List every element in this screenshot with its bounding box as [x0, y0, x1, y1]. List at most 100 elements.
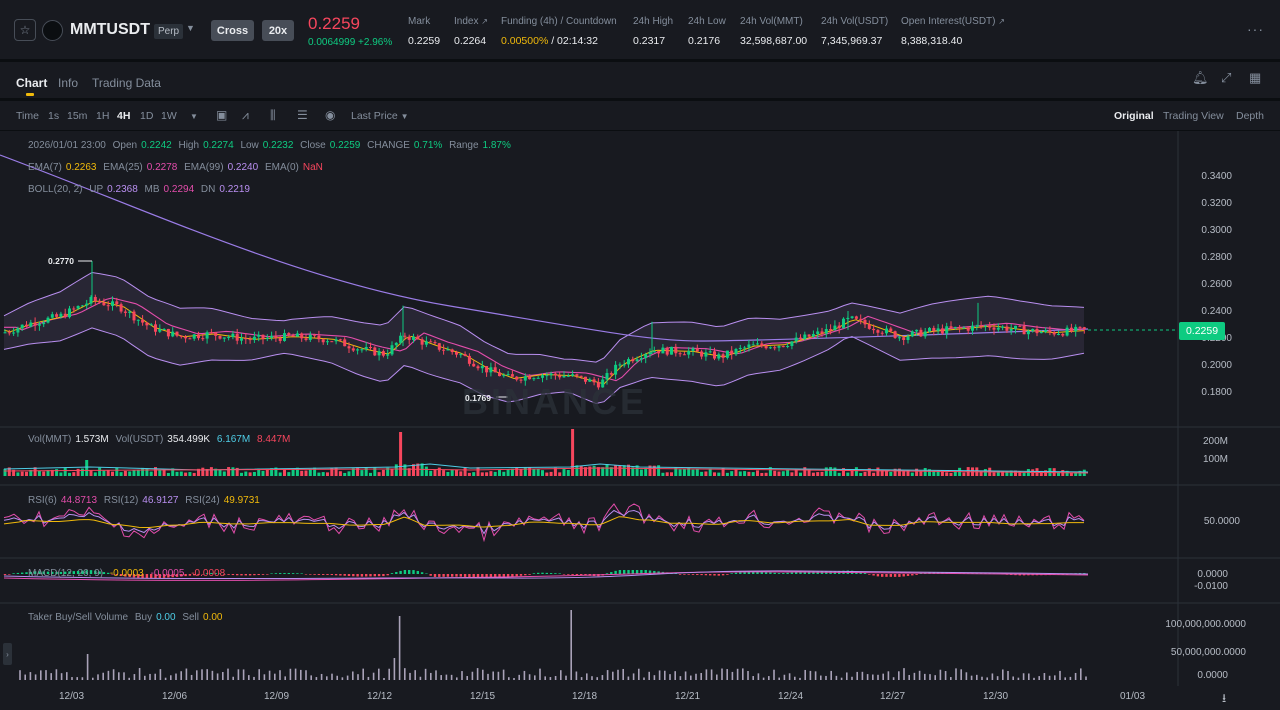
interval-1d[interactable]: 1D — [140, 110, 153, 122]
fullscreen-icon[interactable]: ⤢ — [1221, 70, 1231, 86]
interval-dropdown-icon[interactable]: ▼ — [190, 112, 198, 121]
candle-body — [106, 305, 110, 307]
taker-volume-bar — [66, 672, 68, 680]
candle-body — [304, 338, 308, 340]
candle-body — [734, 349, 738, 355]
candle-body — [227, 336, 231, 338]
macd-dif-value: -0.0003 — [109, 568, 144, 579]
macd-histogram-bar — [416, 570, 419, 574]
volume-bar — [291, 469, 295, 476]
candle-body — [885, 328, 888, 334]
candle-body — [1082, 327, 1086, 329]
drawing-tools-icon[interactable]: ◉ — [325, 108, 335, 122]
volume-bar — [356, 467, 360, 476]
interval-time[interactable]: Time — [16, 110, 39, 122]
volume-bar — [166, 472, 170, 476]
symbol-dropdown-icon[interactable]: ▼ — [186, 23, 195, 33]
volume-bar — [158, 470, 162, 476]
candle-type-icon[interactable]: ⫼ — [270, 108, 276, 123]
taker-volume-bar — [450, 674, 453, 680]
alert-bell-icon[interactable]: 🔔︎ — [1192, 70, 1209, 86]
candle-body — [136, 319, 140, 321]
more-options-icon[interactable]: ··· — [1247, 21, 1264, 37]
settings-sliders-icon[interactable]: ☰ — [297, 108, 308, 122]
interval-1w[interactable]: 1W — [161, 110, 177, 122]
view-depth[interactable]: Depth — [1236, 110, 1264, 122]
grid-layout-icon[interactable]: ▦ — [1249, 70, 1261, 86]
taker-volume-bar — [742, 668, 744, 680]
candle-body — [523, 376, 527, 381]
tab-trading-data[interactable]: Trading Data — [92, 76, 161, 90]
candle-body — [786, 345, 790, 347]
tab-info[interactable]: Info — [58, 76, 78, 90]
view-trading-view[interactable]: Trading View — [1163, 110, 1224, 122]
taker-volume-bar — [263, 674, 266, 680]
macd-histogram-bar — [906, 574, 910, 576]
candle-body — [700, 351, 704, 357]
taker-volume-bar — [679, 676, 682, 680]
favorite-star-icon[interactable]: ☆ — [14, 19, 36, 41]
volume-bar — [519, 469, 523, 476]
interval-1h[interactable]: 1H — [96, 110, 109, 122]
symbol-name[interactable]: MMTUSDT — [70, 21, 150, 39]
scroll-to-latest-icon[interactable]: ⭳ — [1222, 689, 1226, 710]
macd-histogram-bar — [700, 574, 703, 576]
candle-body — [953, 326, 957, 328]
taker-volume-bar — [710, 669, 713, 680]
margin-mode-button[interactable]: Cross — [211, 20, 254, 41]
macd-histogram-bar — [244, 574, 247, 576]
tab-chart[interactable]: Chart — [16, 76, 47, 90]
macd-histogram-bar — [403, 570, 407, 574]
volume-bar — [773, 470, 777, 476]
volume-bar — [859, 472, 863, 476]
macd-histogram-bar — [623, 570, 626, 574]
volume-bar — [111, 471, 114, 476]
candle-body — [274, 335, 278, 339]
taker-volume-bar — [716, 674, 718, 680]
macd-histogram-bar — [433, 574, 437, 577]
volume-bar — [132, 470, 136, 476]
interval-1s[interactable]: 1s — [48, 110, 59, 122]
taker-volume-bar — [1080, 668, 1082, 680]
taker-volume-bar — [326, 676, 328, 680]
interval-4h[interactable]: 4H — [117, 110, 130, 122]
candle-body — [29, 322, 33, 327]
macd-histogram-bar — [296, 573, 299, 574]
chart-area[interactable]: BINANCE 2026/01/01 23:00 Open 0.2242 High… — [0, 131, 1280, 686]
boll-dn-value: 0.2219 — [219, 184, 250, 195]
candle-body — [321, 339, 325, 343]
candle-body — [381, 351, 385, 356]
taker-volume-bar — [570, 610, 572, 680]
candle-body — [463, 354, 467, 356]
taker-volume-bar — [118, 672, 120, 680]
date-tick: 12/21 — [675, 691, 701, 702]
macd-histogram-bar — [270, 573, 273, 574]
ema0-label: EMA(0) — [264, 162, 299, 173]
macd-histogram-bar — [868, 574, 871, 575]
candle-body — [549, 373, 553, 376]
candle-body — [545, 375, 549, 377]
taker-volume-bar — [237, 669, 240, 680]
price-type-select[interactable]: Last Price ▼ — [351, 110, 409, 122]
interval-15m[interactable]: 15m — [67, 110, 87, 122]
candle-body — [940, 328, 944, 334]
volume-bar — [562, 468, 566, 476]
candle-body — [1048, 330, 1052, 333]
calendar-icon[interactable]: ▣ — [216, 108, 227, 122]
taker-volume-bar — [393, 658, 396, 680]
macd-histogram-bar — [365, 574, 368, 577]
candle-body — [833, 325, 837, 331]
collapse-panel-handle[interactable]: › — [3, 643, 12, 665]
candle-body — [390, 345, 394, 355]
taker-volume-bar — [924, 673, 926, 680]
taker-volume-bar — [872, 674, 874, 680]
taker-volume-bar — [565, 675, 567, 680]
view-original[interactable]: Original — [1114, 110, 1154, 122]
indicators-icon[interactable]: ⩘ — [242, 108, 249, 123]
external-link-icon[interactable]: ↗ — [481, 17, 488, 26]
macd-histogram-bar — [618, 570, 622, 574]
external-link-icon[interactable]: ↗ — [998, 17, 1005, 26]
leverage-button[interactable]: 20x — [262, 20, 294, 41]
last-price: 0.2259 — [308, 14, 360, 33]
candle-body — [141, 319, 145, 323]
